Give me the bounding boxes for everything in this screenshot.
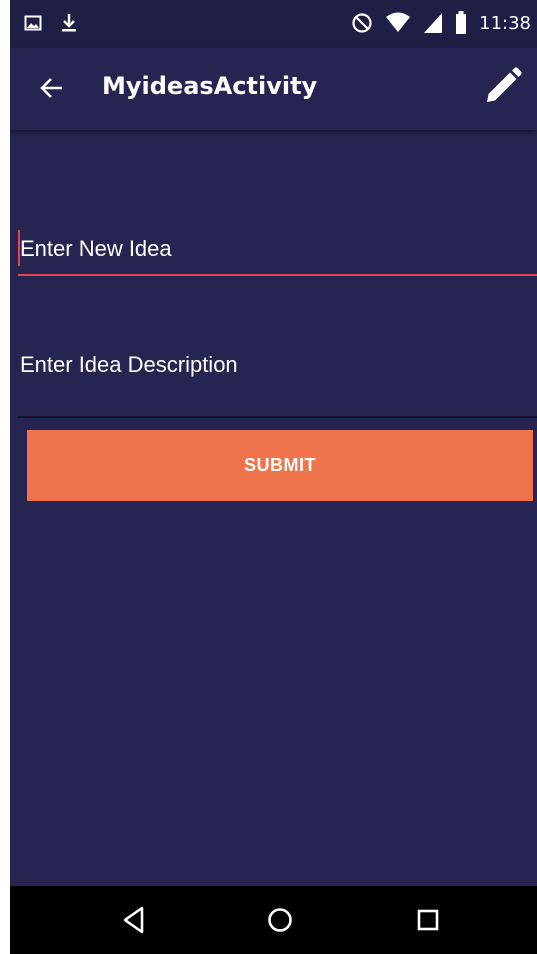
recents-square-icon[interactable] xyxy=(412,904,444,936)
idea-description-input[interactable]: Enter Idea Description xyxy=(18,352,537,418)
status-bar: 11:38 xyxy=(10,0,537,48)
back-triangle-icon[interactable] xyxy=(118,904,150,936)
wifi-icon xyxy=(386,12,411,32)
new-idea-input[interactable]: Enter New Idea xyxy=(18,230,537,276)
app-screen: 11:38 MyideasActivity Enter New Idea Ent… xyxy=(10,0,537,954)
do-not-disturb-icon xyxy=(352,13,372,33)
idea-description-placeholder: Enter Idea Description xyxy=(20,352,238,377)
page-title: MyideasActivity xyxy=(102,72,318,100)
signal-icon xyxy=(424,13,443,33)
app-bar: MyideasActivity xyxy=(10,48,537,130)
submit-button[interactable]: SUBMIT xyxy=(27,430,533,501)
new-idea-placeholder: Enter New Idea xyxy=(20,236,172,261)
home-circle-icon[interactable] xyxy=(264,904,296,936)
navigation-bar xyxy=(10,886,537,954)
image-icon xyxy=(24,15,42,31)
status-time: 11:38 xyxy=(479,12,531,34)
battery-icon xyxy=(456,11,467,34)
status-right-icons: 11:38 xyxy=(351,11,531,35)
arrow-back-icon[interactable] xyxy=(38,74,66,102)
text-cursor xyxy=(18,230,20,266)
download-icon xyxy=(62,14,76,32)
status-left-icons xyxy=(24,13,78,33)
pencil-icon[interactable] xyxy=(483,66,523,106)
